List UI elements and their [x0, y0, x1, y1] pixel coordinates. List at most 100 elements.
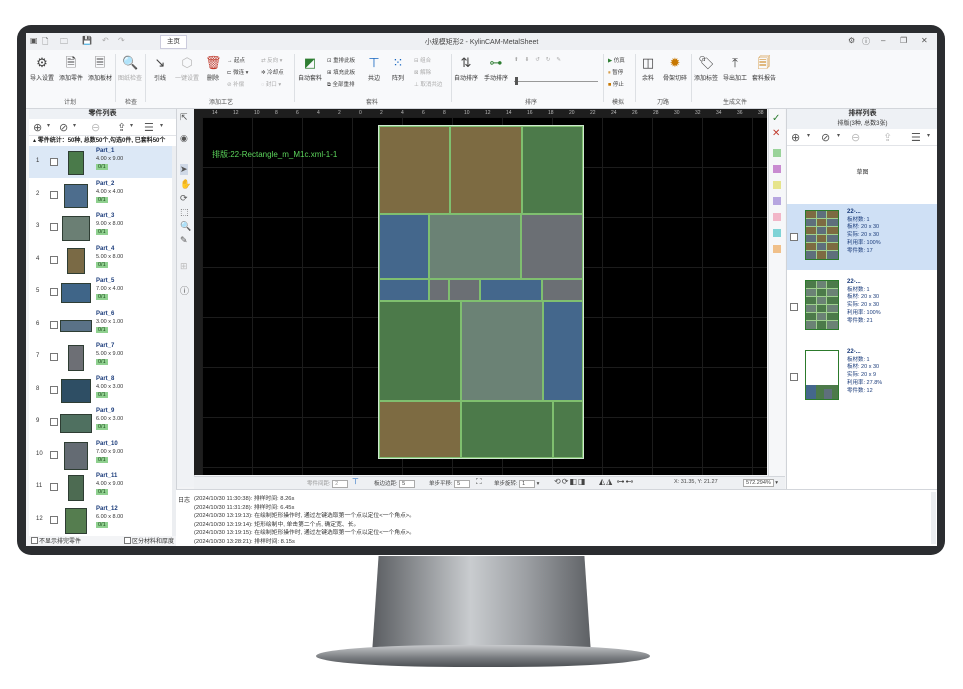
nested-part[interactable]: [429, 279, 449, 301]
rotate-mirror-icons[interactable]: ⟲⟳◧◨: [554, 477, 587, 486]
info-circle-icon[interactable]: ⓘ: [180, 284, 189, 297]
common-edge-icon[interactable]: ⊤: [352, 477, 359, 486]
part-checkbox[interactable]: [50, 158, 58, 166]
settings-icon[interactable]: ⚙: [848, 36, 855, 45]
part-gap-field[interactable]: 零件间距: 2: [307, 479, 349, 488]
common-edge-button[interactable]: ⊤ 共边: [364, 55, 384, 82]
nested-part[interactable]: [379, 279, 429, 301]
chevron-down-icon[interactable]: ▾: [927, 132, 930, 139]
nested-part[interactable]: [521, 214, 583, 279]
zoom-icon[interactable]: 🔍: [180, 221, 191, 232]
pan-hand-icon[interactable]: ✋: [180, 179, 191, 190]
chevron-down-icon[interactable]: ▾: [837, 132, 840, 139]
manual-sort-button[interactable]: ⊶ 手动排序: [482, 55, 510, 82]
nest-checkbox[interactable]: [790, 233, 798, 241]
cooling-point-button[interactable]: ✲ 冷却点: [261, 68, 284, 76]
cancel-common-edge-button[interactable]: ⊥ 取消共边: [414, 80, 442, 88]
chevron-down-icon[interactable]: ▾: [130, 122, 133, 129]
array-button[interactable]: ⁙ 阵列: [388, 55, 408, 82]
part-checkbox[interactable]: [50, 223, 58, 231]
part-list-item[interactable]: 11 Part_11 4.00 x 9.00 0/1: [29, 471, 172, 503]
part-checkbox[interactable]: [50, 483, 58, 491]
nested-part[interactable]: [379, 126, 450, 214]
check-icon[interactable]: ✓: [772, 113, 780, 124]
sort-slider[interactable]: [514, 81, 598, 82]
part-list-item[interactable]: 9 Part_9 6.00 x 3.00 0/1: [29, 406, 172, 438]
lead-line-button[interactable]: ↘ 引线: [148, 55, 172, 82]
renest-all-button[interactable]: ⧉ 全部重排: [327, 80, 354, 89]
maximize-icon[interactable]: ❐: [900, 36, 907, 45]
view-icon[interactable]: ◉: [180, 133, 188, 144]
part-list-item[interactable]: 8 Part_8 4.00 x 3.00 0/1: [29, 374, 172, 406]
nest-list-item[interactable]: 22-... 板材数: 1 板材: 20 x 30 实际: 20 x 30 利用率: 1…: [787, 204, 937, 270]
share-icon[interactable]: ⇪: [883, 131, 892, 144]
add-label-button[interactable]: 🏷 添加标签: [693, 55, 719, 82]
export-processing-button[interactable]: ⤒ 导出加工: [722, 55, 748, 82]
add-circle-icon[interactable]: ⊕: [791, 131, 800, 144]
import-settings-button[interactable]: ⚙ 导入设置: [29, 55, 55, 82]
remove-circle-icon[interactable]: ⊖: [91, 121, 100, 134]
part-list-item[interactable]: 7 Part_7 5.00 x 9.00 0/1: [29, 341, 172, 373]
remnant-button[interactable]: ◫ 余料: [637, 55, 659, 82]
nested-part[interactable]: [379, 401, 461, 458]
grid-icon[interactable]: ⊞: [180, 261, 188, 272]
add-part-button[interactable]: 🗎 添加零件: [58, 55, 84, 82]
chevron-down-icon[interactable]: ▾: [47, 122, 50, 129]
check-circle-icon[interactable]: ⊘: [821, 131, 830, 144]
add-sheet-button[interactable]: 🗏 添加板材: [87, 55, 113, 82]
nest-list-item[interactable]: 22-... 板材数: 1 板材: 20 x 30 实际: 20 x 9 利用率: 27…: [787, 344, 937, 410]
auto-nest-button[interactable]: ◩ 自动套料: [296, 55, 324, 82]
nest-checkbox[interactable]: [790, 373, 798, 381]
ungroup-button[interactable]: ⊠ 解除: [414, 68, 431, 76]
color-swatch-lavender[interactable]: [773, 197, 781, 205]
micro-joint-button[interactable]: ⊏ 微连 ▾: [227, 68, 248, 76]
group-button[interactable]: ⊟ 组合: [414, 56, 431, 64]
sort-slider-handle[interactable]: [515, 77, 518, 85]
compensation-button[interactable]: ⊘ 补偿: [227, 80, 244, 88]
part-list-item[interactable]: 4 Part_4 5.00 x 8.00 0/1: [29, 244, 172, 276]
color-swatch-orange[interactable]: [773, 245, 781, 253]
color-swatch-cyan[interactable]: [773, 229, 781, 237]
fit-icon[interactable]: ⛶: [476, 477, 482, 487]
nested-part[interactable]: [553, 401, 583, 458]
align-icons[interactable]: ◭◮ ⊶⊷: [599, 477, 635, 486]
color-swatch-yellow[interactable]: [773, 181, 781, 189]
part-checkbox[interactable]: [50, 320, 58, 329]
seal-button[interactable]: ◌ 封口 ▾: [261, 80, 281, 88]
part-list-item[interactable]: 3 Part_3 9.00 x 8.00 0/1: [29, 211, 172, 243]
chevron-down-icon[interactable]: ▾: [73, 122, 76, 129]
part-checkbox[interactable]: [50, 418, 58, 426]
hide-finished-checkbox[interactable]: [31, 537, 38, 544]
zoom-select[interactable]: 572.294% ▾: [743, 479, 778, 487]
part-list-item[interactable]: 6 Part_6 3.00 x 1.00 0/1: [29, 309, 172, 341]
part-checkbox[interactable]: [50, 255, 58, 264]
part-checkbox[interactable]: [50, 190, 58, 199]
x-icon[interactable]: ✕: [772, 128, 780, 139]
minimize-icon[interactable]: –: [881, 36, 885, 45]
nested-part[interactable]: [450, 126, 522, 214]
share-icon[interactable]: ⇪: [117, 121, 126, 134]
color-swatch-purple[interactable]: [773, 165, 781, 173]
nested-part[interactable]: [429, 214, 521, 279]
delete-button[interactable]: 🗑 删除: [202, 55, 224, 82]
one-click-setup-button[interactable]: ⬡ 一键设置: [174, 55, 200, 82]
sort-icon[interactable]: ☰: [144, 121, 154, 134]
step-rotate-field[interactable]: 单步旋转: 1 ▾: [494, 479, 539, 488]
log-scrollbar[interactable]: [931, 492, 936, 544]
part-checkbox[interactable]: [50, 450, 58, 459]
step-move-field[interactable]: 单步平移: 5: [429, 479, 471, 488]
sort-icon[interactable]: ☰: [911, 131, 921, 144]
nested-part[interactable]: [543, 301, 583, 401]
skeleton-cut-button[interactable]: ✹ 骨架切碎: [661, 55, 689, 82]
separate-material-checkbox[interactable]: [124, 537, 131, 544]
nested-part[interactable]: [461, 301, 543, 401]
part-list-scrollbar[interactable]: [172, 146, 176, 536]
measure-icon[interactable]: ✎: [180, 235, 188, 246]
nesting-canvas[interactable]: 排版:22-Rectangle_m_M1c.xml-1-1: [202, 117, 767, 475]
close-icon[interactable]: ✕: [921, 36, 928, 45]
nest-list-item[interactable]: 22-... 板材数: 1 板材: 20 x 30 实际: 20 x 30 利用率: 1…: [787, 274, 937, 340]
pause-button[interactable]: ⏸ 暂停: [608, 68, 623, 77]
zoom-window-icon[interactable]: ⬚: [180, 207, 189, 218]
simulate-button[interactable]: ▶ 仿真: [608, 56, 625, 64]
drawing-check-button[interactable]: 🔍 图纸检查: [117, 55, 143, 82]
